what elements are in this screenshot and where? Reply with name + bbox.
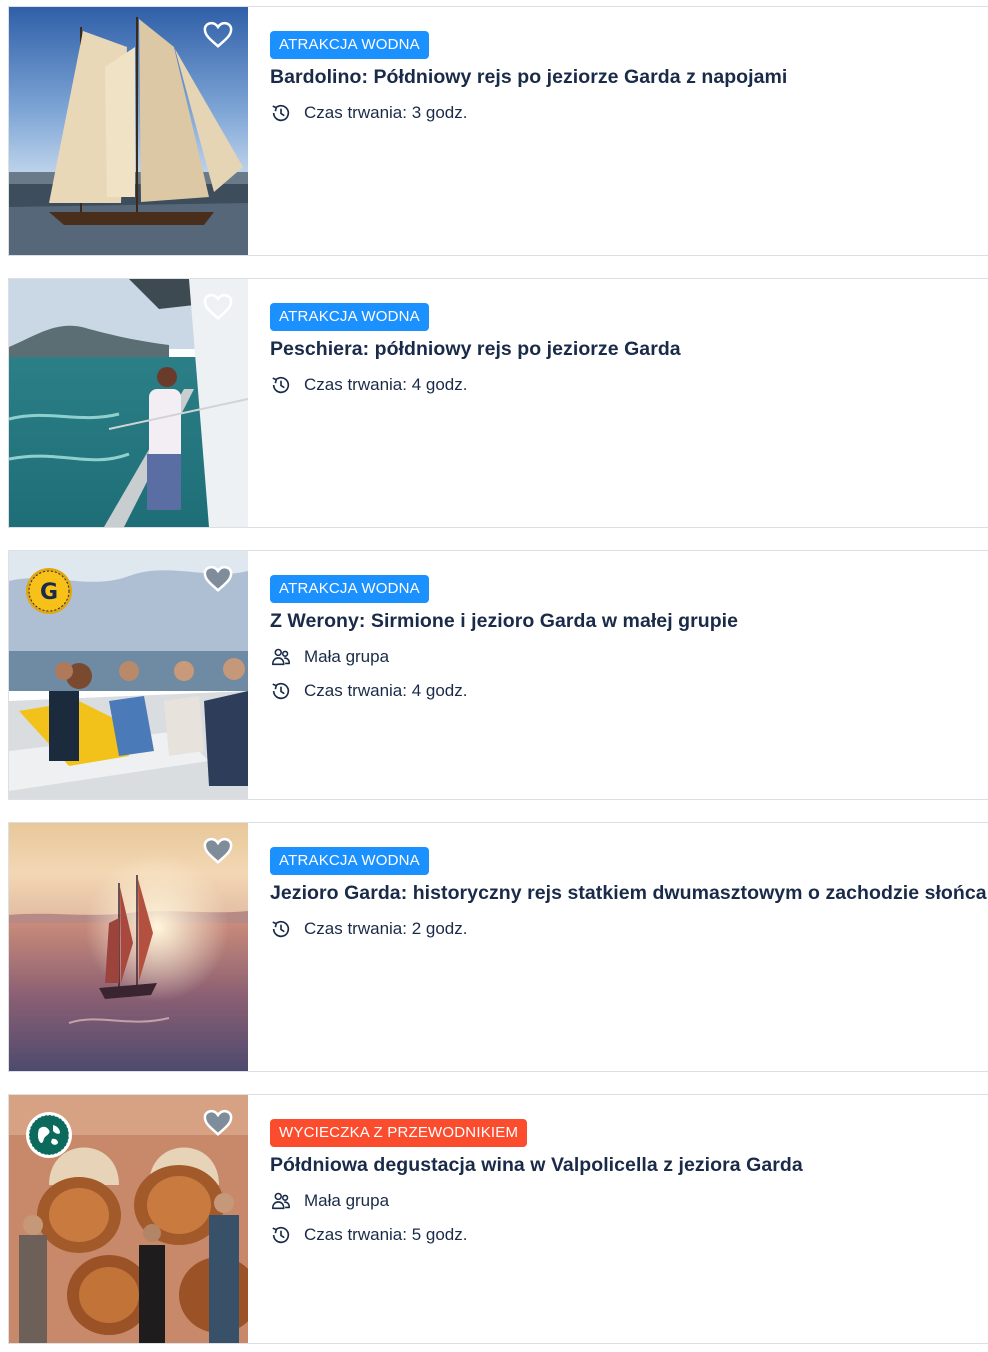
duration-row: Czas trwania: 4 godz. [270, 681, 980, 701]
category-tag: ATRAKCJA WODNA [270, 31, 429, 59]
small-group-icon [270, 1190, 292, 1212]
activity-title[interactable]: Bardolino: Półdniowy rejs po jeziorze Ga… [270, 66, 980, 89]
svg-text:G: G [40, 580, 58, 605]
group-size-text: Mała grupa [304, 647, 390, 666]
wishlist-heart-button[interactable] [203, 837, 233, 865]
wishlist-heart-button[interactable] [203, 21, 233, 49]
wishlist-heart-button[interactable] [203, 1109, 233, 1137]
eco-certified-badge-icon [25, 1111, 73, 1159]
duration-text: Czas trwania: 4 godz. [304, 375, 468, 394]
activity-card[interactable]: ATRAKCJA WODNA Peschiera: półdniowy rejs… [8, 278, 988, 528]
group-size-text: Mała grupa [304, 1191, 390, 1210]
heart-icon [203, 293, 233, 320]
activity-title[interactable]: Z Werony: Sirmione i jezioro Garda w mał… [270, 610, 980, 633]
category-tag: ATRAKCJA WODNA [270, 303, 429, 331]
activity-image[interactable] [9, 1095, 248, 1343]
clock-history-icon [270, 374, 292, 396]
group-size-row: Mała grupa [270, 1191, 980, 1211]
duration-text: Czas trwania: 4 godz. [304, 681, 468, 700]
activity-image[interactable] [9, 823, 248, 1071]
small-group-icon [270, 646, 292, 668]
activity-title[interactable]: Półdniowa degustacja wina w Valpolicella… [270, 1154, 980, 1177]
category-tag: ATRAKCJA WODNA [270, 575, 429, 603]
getyourguide-originals-badge-icon: G [25, 567, 73, 615]
category-tag: WYCIECZKA Z PRZEWODNIKIEM [270, 1119, 528, 1147]
duration-text: Czas trwania: 5 godz. [304, 1225, 468, 1244]
heart-icon [203, 837, 233, 864]
duration-row: Czas trwania: 3 godz. [270, 103, 980, 123]
duration-row: Czas trwania: 5 godz. [270, 1225, 980, 1245]
activity-title[interactable]: Jezioro Garda: historyczny rejs statkiem… [270, 882, 987, 905]
activity-title[interactable]: Peschiera: półdniowy rejs po jeziorze Ga… [270, 338, 980, 361]
activity-card[interactable]: WYCIECZKA Z PRZEWODNIKIEM Półdniowa degu… [8, 1094, 988, 1344]
activity-image[interactable] [9, 279, 248, 527]
activity-image[interactable] [9, 7, 248, 255]
activity-card[interactable]: ATRAKCJA WODNA Jezioro Garda: historyczn… [8, 822, 988, 1072]
heart-icon [203, 1109, 233, 1136]
duration-row: Czas trwania: 2 godz. [270, 919, 980, 939]
clock-history-icon [270, 102, 292, 124]
duration-text: Czas trwania: 3 godz. [304, 103, 468, 122]
duration-text: Czas trwania: 2 godz. [304, 919, 468, 938]
category-tag: ATRAKCJA WODNA [270, 847, 429, 875]
wishlist-heart-button[interactable] [203, 565, 233, 593]
wishlist-heart-button[interactable] [203, 293, 233, 321]
clock-history-icon [270, 918, 292, 940]
clock-history-icon [270, 1224, 292, 1246]
heart-icon [203, 565, 233, 592]
activity-card[interactable]: G ATRAKCJA WODNA Z Werony: Sirmione i je… [8, 550, 988, 800]
activity-image[interactable]: G [9, 551, 248, 799]
duration-row: Czas trwania: 4 godz. [270, 375, 980, 395]
group-size-row: Mała grupa [270, 647, 980, 667]
heart-icon [203, 21, 233, 48]
clock-history-icon [270, 680, 292, 702]
activity-card[interactable]: ATRAKCJA WODNA Bardolino: Półdniowy rejs… [8, 6, 988, 256]
